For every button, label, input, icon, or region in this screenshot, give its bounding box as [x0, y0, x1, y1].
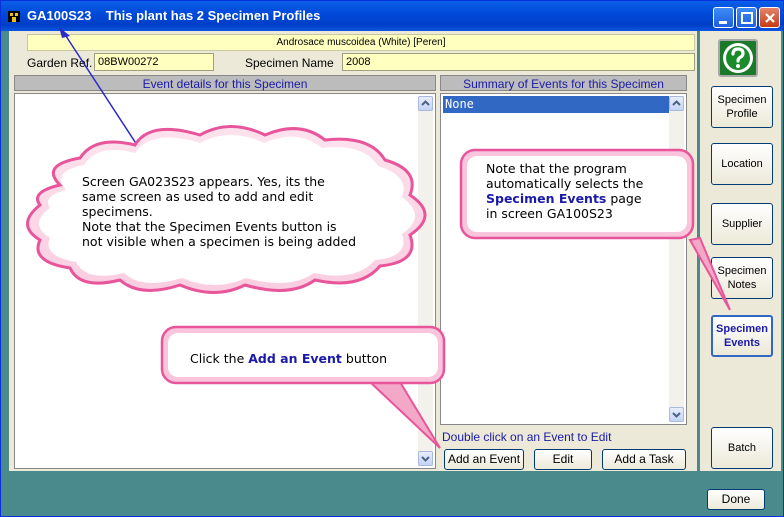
main-panel: Androsace muscoidea (White) [Peren] Gard…: [9, 31, 697, 471]
callout-line: in screen GA100S23: [486, 206, 613, 221]
event-details-scrollbar[interactable]: [418, 96, 433, 466]
sidebar-item-label: Notes: [727, 279, 757, 291]
done-button[interactable]: Done: [707, 489, 765, 510]
cloud-line: same screen as used to add and edit: [82, 189, 314, 204]
edit-hint: Double click on an Event to Edit: [442, 430, 612, 444]
minimize-button[interactable]: [713, 7, 734, 28]
summary-list-item[interactable]: None: [443, 96, 669, 113]
batch-button[interactable]: Batch: [711, 427, 773, 469]
cloud-line: not visible when a specimen is being add…: [82, 234, 357, 249]
summary-header: Summary of Events for this Specimen: [440, 75, 687, 91]
specimen-events-button[interactable]: Specimen Events: [711, 315, 773, 357]
sidebar-item-label: Profile: [726, 108, 758, 120]
add-task-button[interactable]: Add a Task: [602, 449, 686, 470]
help-button[interactable]: [718, 39, 758, 77]
callout-line: button: [341, 351, 388, 366]
cloud-line: Note that the Specimen Events button is: [82, 219, 337, 234]
side-nav: Specimen Profile Location Supplier Specim…: [700, 31, 781, 471]
chevron-down-icon: [421, 456, 430, 462]
species-name: Androsace muscoidea (White) [Peren]: [27, 34, 695, 51]
question-icon: [723, 43, 753, 73]
specimen-name-label: Specimen Name: [245, 56, 334, 70]
sidebar-item-label: Location: [721, 158, 763, 170]
add-event-button[interactable]: Add an Event: [444, 449, 524, 470]
callout-line: Note that the program: [486, 161, 627, 176]
scroll-up-button[interactable]: [669, 96, 684, 111]
callout-highlight: Add an Event: [248, 351, 342, 366]
callout-line: Click the: [190, 351, 249, 366]
garden-ref-field[interactable]: 08BW00272: [94, 53, 214, 71]
callout-highlight: Specimen Events: [486, 191, 607, 206]
garden-ref-label: Garden Ref.: [27, 56, 93, 70]
title-bar[interactable]: GA100S23 This plant has 2 Specimen Profi…: [1, 1, 783, 31]
summary-panel[interactable]: None: [440, 93, 687, 425]
maximize-button[interactable]: [736, 7, 757, 28]
window-title: GA100S23 This plant has 2 Specimen Profi…: [27, 8, 321, 23]
sidebar-item-label: Specimen: [716, 323, 768, 335]
scroll-up-button[interactable]: [418, 96, 433, 111]
location-button[interactable]: Location: [711, 143, 773, 185]
app-window: GA100S23 This plant has 2 Specimen Profi…: [0, 0, 784, 517]
chevron-up-icon: [421, 100, 430, 106]
scroll-down-button[interactable]: [418, 451, 433, 466]
sidebar-item-label: Batch: [727, 442, 757, 454]
chevron-up-icon: [672, 100, 681, 106]
specimen-profile-button[interactable]: Specimen Profile: [711, 86, 773, 128]
close-icon: [765, 13, 775, 23]
callout-line: automatically selects the: [486, 176, 644, 191]
scroll-down-button[interactable]: [669, 407, 684, 422]
sidebar-item-label: Events: [723, 337, 761, 349]
cloud-line: specimens.: [82, 204, 153, 219]
close-button[interactable]: [759, 7, 780, 28]
sidebar-item-label: Specimen: [717, 265, 767, 277]
supplier-button[interactable]: Supplier: [711, 203, 773, 245]
bottom-callout-text: Click the Add an Event button: [190, 351, 430, 366]
edit-button[interactable]: Edit: [534, 449, 592, 470]
cloud-line: Screen GA023S23 appears. Yes, its the: [82, 174, 325, 189]
summary-scrollbar[interactable]: [669, 96, 684, 422]
app-icon: [8, 11, 20, 22]
maximize-icon: [741, 12, 753, 24]
callout-line: page: [606, 191, 642, 206]
specimen-name-field[interactable]: 2008: [342, 53, 695, 71]
cloud-note: Screen GA023S23 appears. Yes, its the sa…: [82, 174, 382, 249]
right-callout-text: Note that the program automatically sele…: [486, 161, 686, 221]
sidebar-item-label: Specimen: [717, 94, 767, 106]
event-details-header: Event details for this Specimen: [14, 75, 436, 91]
sidebar-item-label: Supplier: [721, 218, 763, 230]
event-details-panel[interactable]: [14, 93, 436, 469]
specimen-notes-button[interactable]: Specimen Notes: [711, 257, 773, 299]
minimize-icon: [719, 21, 727, 24]
chevron-down-icon: [672, 412, 681, 418]
